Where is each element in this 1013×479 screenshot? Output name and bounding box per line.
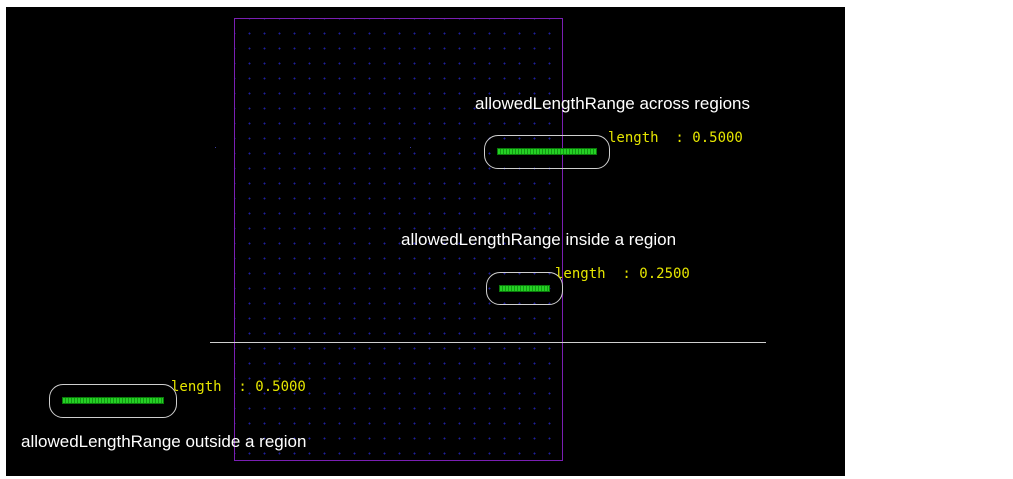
- caption-inside-region: allowedLengthRange inside a region: [401, 230, 677, 249]
- length-readout-inside: length : 0.2500: [555, 266, 690, 282]
- caption-outside-region: allowedLengthRange outside a region: [21, 432, 307, 451]
- wire-segment-outside[interactable]: [62, 397, 164, 404]
- caption-across-regions: allowedLengthRange across regions: [475, 94, 751, 113]
- wire-segment-across[interactable]: [497, 148, 597, 155]
- wire-selection-inside[interactable]: [486, 272, 563, 305]
- length-readout-across: length : 0.5000: [608, 130, 743, 146]
- layout-canvas[interactable]: allowedLengthRange across regions length…: [6, 7, 845, 476]
- wire-selection-across[interactable]: [484, 135, 610, 169]
- length-readout-outside: length : 0.5000: [171, 379, 306, 395]
- wire-segment-inside[interactable]: [499, 285, 550, 292]
- stray-dot: [215, 147, 216, 148]
- wire-selection-outside[interactable]: [49, 384, 177, 418]
- stray-dot: [410, 147, 411, 148]
- divider-line: [210, 342, 766, 343]
